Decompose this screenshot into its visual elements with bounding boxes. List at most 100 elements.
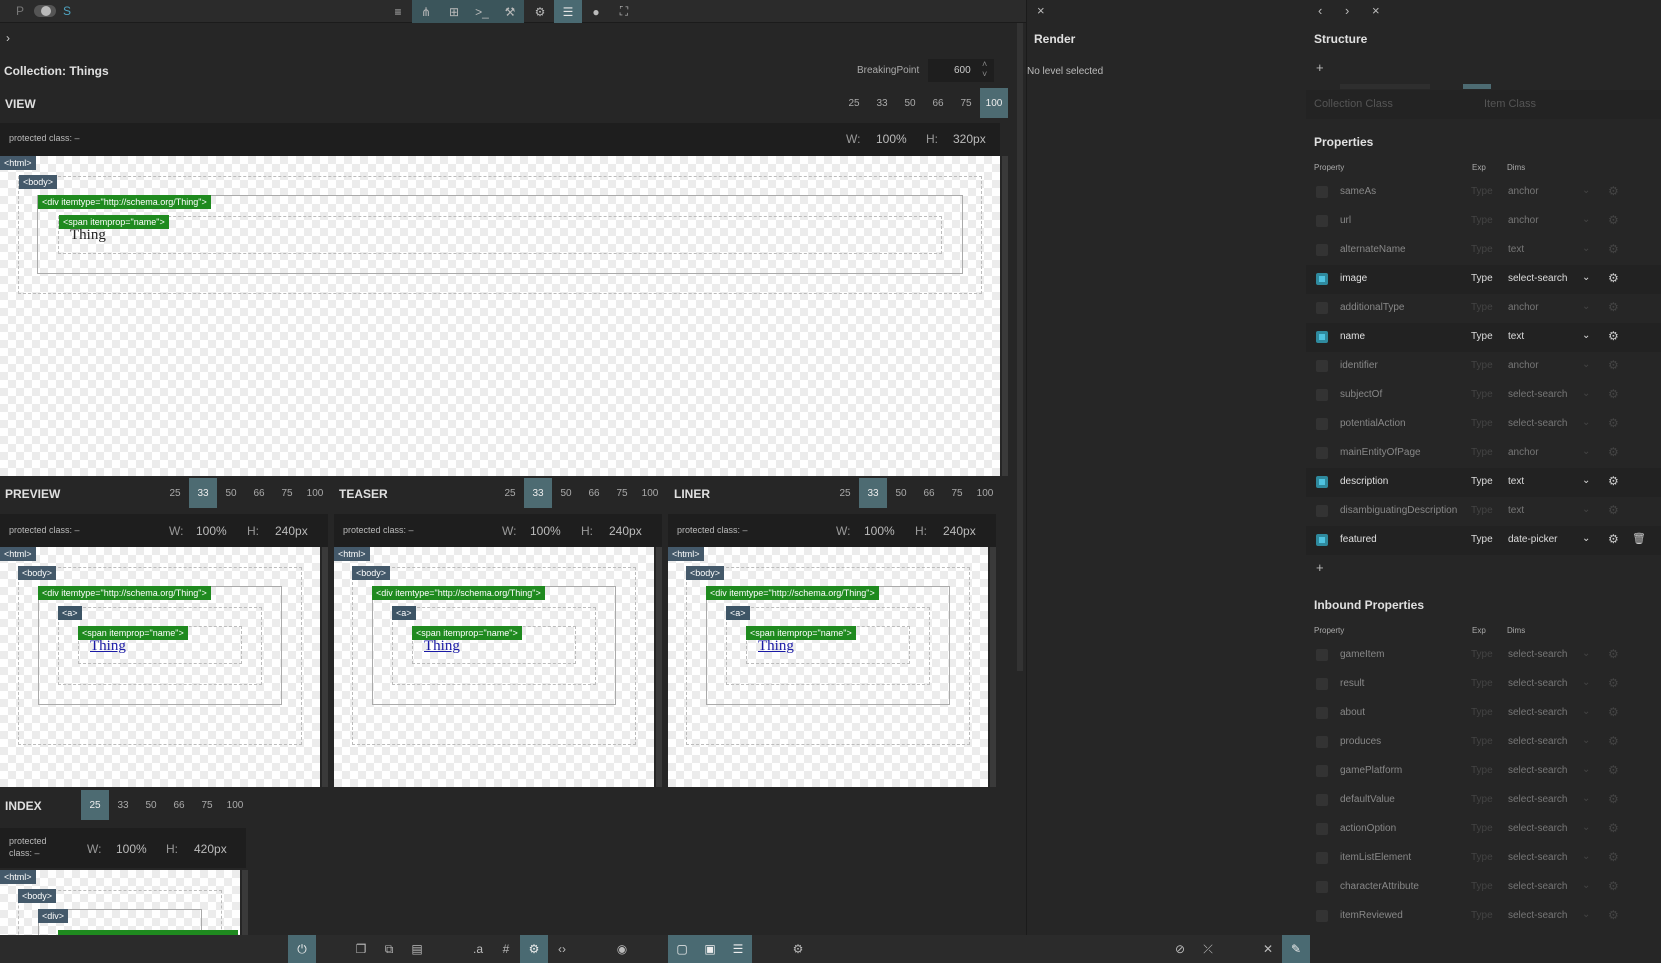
- view-size-33[interactable]: 33: [868, 88, 896, 118]
- structure-close-icon[interactable]: ×: [1372, 3, 1380, 18]
- chevron-down-icon[interactable]: ⌄: [1582, 648, 1590, 659]
- property-dims-select[interactable]: text: [1508, 505, 1524, 516]
- property-row-url[interactable]: url Type anchor ⌄ ⚙: [1306, 207, 1661, 236]
- frame-icon[interactable]: ▢: [668, 935, 696, 963]
- frame-inner-icon[interactable]: ▣: [696, 935, 724, 963]
- liner-canvas[interactable]: <html> <body> <div itemtype="http://sche…: [668, 547, 988, 787]
- user-icon[interactable]: ●: [582, 0, 610, 23]
- ban-icon[interactable]: ⊘: [1166, 935, 1194, 963]
- gear-icon[interactable]: ⚙: [1608, 329, 1619, 343]
- preview-size-50[interactable]: 50: [217, 478, 245, 508]
- inbound-dims-select[interactable]: select-search: [1508, 678, 1567, 689]
- sitemap-alt-icon[interactable]: ⊞: [440, 0, 468, 23]
- inbound-checkbox[interactable]: [1316, 852, 1328, 864]
- eye-icon[interactable]: ◉: [608, 935, 636, 963]
- chevron-down-icon[interactable]: ⌄: [1582, 764, 1590, 775]
- gear-icon[interactable]: ⚙: [1608, 503, 1619, 517]
- inbound-row-itemReviewed[interactable]: itemReviewed Type select-search ⌄ ⚙: [1306, 902, 1661, 931]
- gear-icon[interactable]: ⚙: [1608, 647, 1619, 661]
- inbound-row-gamePlatform[interactable]: gamePlatform Type select-search ⌄ ⚙: [1306, 757, 1661, 786]
- gear-icon[interactable]: ⚙: [1608, 184, 1619, 198]
- inbound-dims-select[interactable]: select-search: [1508, 736, 1567, 747]
- teaser-size-66[interactable]: 66: [580, 478, 608, 508]
- index-size-50[interactable]: 50: [137, 790, 165, 820]
- liner-size-25[interactable]: 25: [831, 478, 859, 508]
- inbound-checkbox[interactable]: [1316, 910, 1328, 922]
- chevron-down-icon[interactable]: ⌄: [1582, 243, 1590, 254]
- chevron-down-icon[interactable]: ⌄: [1582, 301, 1590, 312]
- gear-icon[interactable]: ⚙: [1608, 387, 1619, 401]
- gear-icon[interactable]: ⚙: [1608, 358, 1619, 372]
- inbound-dims-select[interactable]: select-search: [1508, 707, 1567, 718]
- property-checkbox[interactable]: [1316, 302, 1328, 314]
- inbound-row-result[interactable]: result Type select-search ⌄ ⚙: [1306, 670, 1661, 699]
- property-checkbox[interactable]: [1316, 505, 1328, 517]
- chevron-down-icon[interactable]: ⌄: [1582, 272, 1590, 283]
- layers-icon[interactable]: ▤: [403, 935, 431, 963]
- property-row-additionalType[interactable]: additionalType Type anchor ⌄ ⚙: [1306, 294, 1661, 323]
- liner-size-33[interactable]: 33: [859, 478, 887, 508]
- inbound-checkbox[interactable]: [1316, 707, 1328, 719]
- property-dims-select[interactable]: select-search: [1508, 273, 1567, 284]
- property-row-description[interactable]: description Type text ⌄ ⚙: [1306, 468, 1661, 497]
- property-dims-select[interactable]: text: [1508, 244, 1524, 255]
- render-close-icon[interactable]: ×: [1037, 3, 1045, 18]
- property-dims-select[interactable]: anchor: [1508, 360, 1539, 371]
- property-row-disambiguatingDescription[interactable]: disambiguatingDescription Type text ⌄ ⚙: [1306, 497, 1661, 526]
- property-dims-select[interactable]: anchor: [1508, 215, 1539, 226]
- expand-chevron-icon[interactable]: ›: [6, 31, 10, 45]
- inbound-dims-select[interactable]: select-search: [1508, 649, 1567, 660]
- power-icon[interactable]: ⏻: [288, 935, 316, 963]
- chevron-down-icon[interactable]: ⌄: [1582, 706, 1590, 717]
- clone-icon[interactable]: ⧉: [375, 935, 403, 963]
- property-checkbox[interactable]: [1316, 186, 1328, 198]
- inbound-dims-select[interactable]: select-search: [1508, 910, 1567, 921]
- property-checkbox[interactable]: [1316, 447, 1328, 459]
- gear-icon[interactable]: ⚙: [1608, 908, 1619, 922]
- teaser-size-75[interactable]: 75: [608, 478, 636, 508]
- liner-size-66[interactable]: 66: [915, 478, 943, 508]
- align-center-icon[interactable]: ☰: [554, 0, 582, 23]
- preview-size-75[interactable]: 75: [273, 478, 301, 508]
- gear-icon[interactable]: ⚙: [1608, 213, 1619, 227]
- property-checkbox[interactable]: [1316, 244, 1328, 256]
- teaser-size-100[interactable]: 100: [636, 478, 664, 508]
- sliders-icon[interactable]: ≡: [384, 0, 412, 23]
- gear-icon[interactable]: ⚙: [1608, 300, 1619, 314]
- liner-size-75[interactable]: 75: [943, 478, 971, 508]
- chevron-down-icon[interactable]: ⌄: [1582, 359, 1590, 370]
- inbound-dims-select[interactable]: select-search: [1508, 881, 1567, 892]
- property-row-featured[interactable]: featured Type date-picker ⌄ ⚙ 🗑: [1306, 526, 1661, 555]
- property-dims-select[interactable]: text: [1508, 476, 1524, 487]
- cogs-icon[interactable]: ⚙: [526, 0, 554, 23]
- chevron-down-icon[interactable]: ⌄: [1582, 417, 1590, 428]
- chevron-down-icon[interactable]: ⌄: [1582, 822, 1590, 833]
- inbound-row-produces[interactable]: produces Type select-search ⌄ ⚙: [1306, 728, 1661, 757]
- gear-icon[interactable]: ⚙: [1608, 879, 1619, 893]
- gear-icon[interactable]: ⚙: [1608, 734, 1619, 748]
- inbound-checkbox[interactable]: [1316, 794, 1328, 806]
- chevron-down-icon[interactable]: ⌄: [1582, 214, 1590, 225]
- inbound-dims-select[interactable]: select-search: [1508, 852, 1567, 863]
- inbound-row-about[interactable]: about Type select-search ⌄ ⚙: [1306, 699, 1661, 728]
- trash-icon[interactable]: 🗑: [1632, 532, 1646, 545]
- fullscreen-icon[interactable]: ⛶: [610, 0, 638, 23]
- tools-icon[interactable]: ✕: [1254, 935, 1282, 963]
- view-size-100[interactable]: 100: [980, 88, 1008, 118]
- property-add-button[interactable]: +: [1316, 560, 1324, 575]
- gear-icon[interactable]: ⚙: [1608, 705, 1619, 719]
- property-row-image[interactable]: image Type select-search ⌄ ⚙: [1306, 265, 1661, 294]
- index-canvas[interactable]: <html> <body> <div>: [0, 870, 240, 935]
- chevron-down-icon[interactable]: ⌄: [1582, 677, 1590, 688]
- unlink-icon[interactable]: ⤫: [1194, 935, 1222, 963]
- property-dims-select[interactable]: anchor: [1508, 447, 1539, 458]
- inbound-row-defaultValue[interactable]: defaultValue Type select-search ⌄ ⚙: [1306, 786, 1661, 815]
- pencil-icon[interactable]: ✎: [1282, 935, 1310, 963]
- inbound-checkbox[interactable]: [1316, 678, 1328, 690]
- user-gear-icon[interactable]: ⚙: [520, 935, 548, 963]
- gear-icon[interactable]: ⚙: [1608, 821, 1619, 835]
- property-checkbox[interactable]: [1316, 534, 1328, 546]
- inbound-row-gameItem[interactable]: gameItem Type select-search ⌄ ⚙: [1306, 641, 1661, 670]
- chevron-down-icon[interactable]: ⌄: [1582, 446, 1590, 457]
- inbound-row-characterAttribute[interactable]: characterAttribute Type select-search ⌄ ⚙: [1306, 873, 1661, 902]
